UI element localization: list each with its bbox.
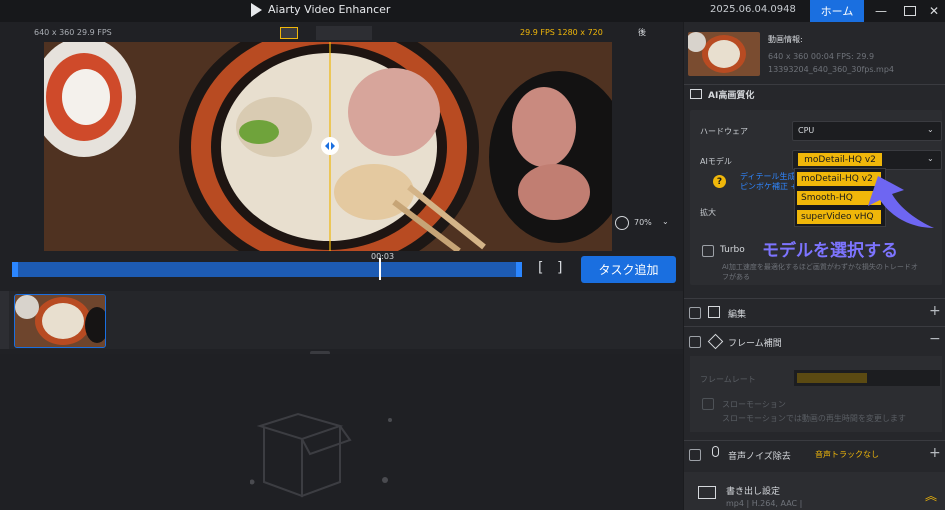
callout-text: モデルを選択する bbox=[762, 241, 898, 261]
current-time: 00:03 bbox=[371, 252, 395, 261]
turbo-description-2: フがある bbox=[722, 273, 750, 281]
ai-enhance-icon bbox=[690, 89, 702, 99]
slow-motion-checkbox[interactable] bbox=[702, 398, 714, 410]
ramen-image bbox=[44, 42, 612, 251]
edit-icon bbox=[708, 306, 720, 318]
video-preview[interactable] bbox=[44, 42, 612, 251]
ai-section-title: AI高画質化 bbox=[708, 91, 755, 101]
noise-expand-icon[interactable]: + bbox=[929, 445, 941, 461]
noise-value: 音声トラックなし bbox=[815, 450, 879, 459]
close-icon[interactable]: ✕ bbox=[922, 2, 945, 20]
timeline-track[interactable] bbox=[12, 258, 522, 280]
split-view-icon[interactable] bbox=[280, 27, 298, 39]
video-info-bar: 640 x 360 29.9 FPS 29.9 FPS 1280 x 720 後 bbox=[0, 24, 683, 42]
home-button[interactable]: ホーム bbox=[810, 0, 864, 22]
file-meta: 640 x 360 00:04 FPS: 29.9 bbox=[768, 52, 875, 61]
mark-out-icon[interactable]: ] bbox=[557, 260, 562, 276]
export-chevron-up-icon[interactable]: ︽ bbox=[925, 487, 937, 504]
export-settings[interactable] bbox=[684, 472, 945, 510]
clip-thumbnail[interactable] bbox=[14, 294, 106, 348]
frame-collapse-icon[interactable]: − bbox=[929, 331, 941, 347]
drop-area[interactable] bbox=[0, 354, 683, 510]
app-logo-icon bbox=[251, 3, 262, 17]
playhead[interactable] bbox=[379, 258, 381, 280]
edit-checkbox[interactable] bbox=[689, 307, 701, 319]
file-thumbnail bbox=[688, 32, 760, 76]
model-chevron-down-icon: ⌄ bbox=[927, 154, 934, 163]
minimize-icon[interactable]: — bbox=[869, 2, 893, 20]
app-title: Aiarty Video Enhancer bbox=[268, 3, 391, 16]
file-name: 13393204_640_360_30fps.mp4 bbox=[768, 65, 895, 74]
mark-in-icon[interactable]: [ bbox=[538, 260, 543, 276]
after-label: 後 bbox=[638, 28, 646, 37]
model-select[interactable]: moDetail-HQ v2 ⌄ bbox=[792, 150, 942, 170]
scale-label: 拡大 bbox=[700, 208, 716, 217]
compare-view-icon[interactable] bbox=[316, 26, 372, 40]
callout-arrow-icon bbox=[868, 176, 934, 228]
title-bar bbox=[0, 0, 945, 22]
trim-end-handle[interactable] bbox=[516, 262, 522, 277]
microphone-icon bbox=[712, 446, 719, 457]
export-format: mp4 | H.264, AAC | bbox=[726, 499, 803, 508]
frame-rate-label: フレームレート bbox=[700, 375, 756, 384]
noise-checkbox[interactable] bbox=[689, 449, 701, 461]
help-icon[interactable]: ? bbox=[713, 175, 726, 188]
maximize-icon[interactable] bbox=[898, 2, 922, 20]
zoom-icon[interactable] bbox=[615, 216, 629, 230]
noise-label: 音声ノイズ除去 bbox=[728, 452, 791, 462]
frame-rate-select[interactable] bbox=[794, 370, 940, 386]
source-info: 640 x 360 29.9 FPS bbox=[34, 28, 112, 37]
slow-motion-description: スローモーションでは動画の再生時間を変更します bbox=[722, 414, 906, 423]
file-info-heading: 動画情報: bbox=[768, 35, 803, 44]
model-value: moDetail-HQ v2 bbox=[798, 153, 882, 166]
edit-label: 編集 bbox=[728, 310, 747, 320]
edit-section[interactable] bbox=[684, 298, 945, 327]
slow-motion-label: スローモーション bbox=[722, 400, 786, 409]
trim-start-handle[interactable] bbox=[12, 262, 18, 277]
zoom-chevron-down-icon[interactable]: ⌄ bbox=[662, 217, 669, 226]
turbo-label: Turbo bbox=[720, 245, 745, 255]
add-task-button[interactable]: タスク追加 bbox=[581, 256, 676, 283]
hardware-chevron-down-icon: ⌄ bbox=[927, 125, 934, 134]
export-label: 書き出し設定 bbox=[726, 487, 781, 497]
turbo-description-1: AI加工速度を最適化するほど画質がわずかな損失のトレードオ bbox=[722, 263, 918, 271]
export-icon bbox=[698, 486, 716, 499]
output-info: 29.9 FPS 1280 x 720 bbox=[520, 28, 603, 37]
model-label: AIモデル bbox=[700, 157, 732, 166]
hardware-select[interactable]: CPU ⌄ bbox=[792, 121, 942, 141]
build-date: 2025.06.04.0948 bbox=[710, 4, 796, 15]
edit-expand-icon[interactable]: + bbox=[929, 303, 941, 319]
strip-scroll-left[interactable] bbox=[0, 291, 9, 349]
frame-label: フレーム補間 bbox=[728, 339, 782, 349]
zoom-level: 70% bbox=[634, 218, 652, 227]
frame-checkbox[interactable] bbox=[689, 336, 701, 348]
hardware-value: CPU bbox=[798, 126, 815, 135]
empty-box-icon bbox=[250, 412, 392, 498]
thumbnail-image bbox=[15, 295, 105, 347]
turbo-checkbox[interactable] bbox=[702, 245, 714, 257]
deblur-link[interactable]: ピンボケ補正 + bbox=[740, 181, 797, 192]
hardware-label: ハードウェア bbox=[700, 127, 748, 136]
